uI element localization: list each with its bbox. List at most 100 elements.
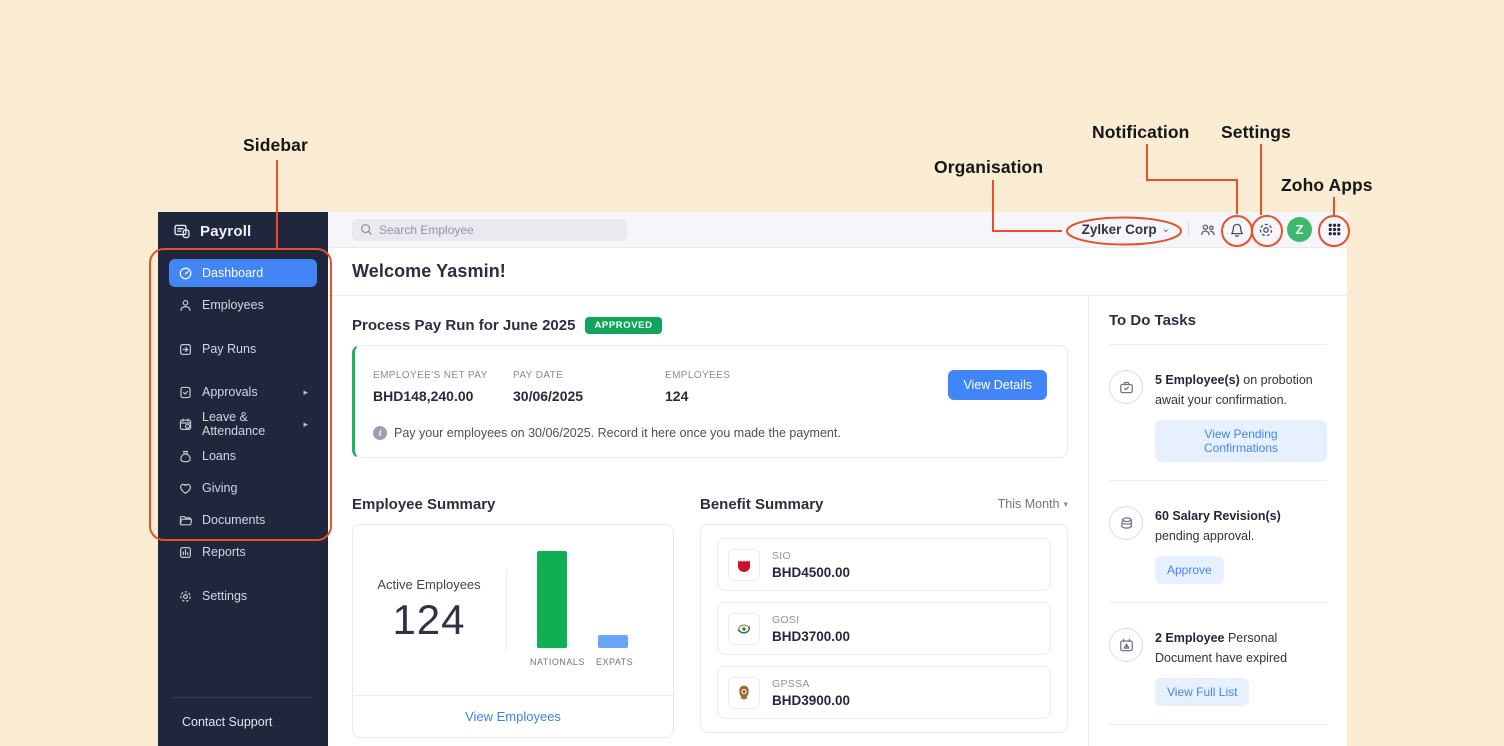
sidebar-item-reports[interactable]: Reports — [169, 538, 317, 566]
employee-summary-section: Employee Summary Active Employees 124 — [352, 494, 674, 738]
bahrain-emblem-icon — [728, 549, 760, 581]
view-employees-link[interactable]: View Employees — [465, 709, 561, 724]
welcome-row: Welcome Yasmin! — [328, 248, 1347, 296]
documents-icon — [178, 513, 193, 528]
sidebar: Payroll Dashboard Employees Pay Runs Ap — [158, 212, 328, 746]
sidebar-item-label: Settings — [202, 589, 247, 603]
annotation-zoho-apps-label: Zoho Apps — [1281, 175, 1373, 196]
uae-emblem-icon — [728, 677, 760, 709]
giving-icon — [178, 481, 193, 496]
brand: Payroll — [158, 212, 328, 250]
employees-icon — [178, 298, 193, 313]
todo-divider — [1109, 602, 1327, 603]
calendar-alert-icon — [1109, 628, 1143, 662]
todo-task-salary-revision: 60 Salary Revision(s) pending approval. … — [1109, 506, 1327, 584]
main-content: Process Pay Run for June 2025 APPROVED E… — [328, 296, 1088, 746]
benefit-label: GOSI — [772, 614, 850, 626]
benefit-value: BHD4500.00 — [772, 565, 850, 580]
leave-attendance-icon — [178, 417, 193, 432]
sidebar-item-label: Pay Runs — [202, 342, 256, 356]
task-rest: pending approval. — [1155, 529, 1254, 543]
payrun-card: EMPLOYEE'S NET PAY BHD148,240.00 PAY DAT… — [352, 345, 1068, 458]
annotation-sidebar-label: Sidebar — [243, 135, 308, 156]
benefit-summary-title: Benefit Summary — [700, 496, 823, 513]
payrun-note-text: Pay your employees on 30/06/2025. Record… — [394, 426, 841, 440]
todo-task-probation: 5 Employee(s) on probotion await your co… — [1109, 370, 1327, 462]
payrun-header: Process Pay Run for June 2025 APPROVED — [352, 317, 1068, 334]
benefit-filter-dropdown[interactable]: This Month ▾ — [998, 497, 1068, 511]
payrun-title: Process Pay Run for June 2025 — [352, 317, 575, 334]
benefit-value: BHD3700.00 — [772, 629, 850, 644]
sidebar-item-label: Reports — [202, 545, 246, 559]
task-bold: 2 Employee — [1155, 631, 1224, 645]
sidebar-item-label: Leave & Attendance — [202, 410, 294, 438]
benefit-filter-value: This Month — [998, 497, 1060, 511]
sidebar-item-settings[interactable]: Settings — [169, 582, 317, 610]
employees-count-field: EMPLOYEES 124 — [665, 370, 730, 404]
field-label: PAY DATE — [513, 370, 665, 381]
annotation-organisation-label: Organisation — [934, 157, 1043, 178]
todo-panel: To Do Tasks 5 Employee(s) on probotion a… — [1088, 296, 1347, 746]
active-employees-label: Active Employees — [377, 577, 480, 592]
task-bold: 60 Salary Revision(s) — [1155, 509, 1281, 523]
nationals-axis-label: NATIONALS — [530, 657, 585, 667]
gosi-logo-icon — [728, 613, 760, 645]
payrun-note: i Pay your employees on 30/06/2025. Reco… — [373, 426, 841, 440]
dashboard-icon — [178, 266, 193, 281]
benefit-value: BHD3900.00 — [772, 693, 850, 708]
field-value: 124 — [665, 388, 730, 404]
pay-date-field: PAY DATE 30/06/2025 — [513, 370, 665, 404]
organisation-dropdown[interactable]: Zylker Corp ⌄ — [1082, 222, 1170, 237]
payrun-fields: EMPLOYEE'S NET PAY BHD148,240.00 PAY DAT… — [373, 370, 1047, 404]
briefcase-check-icon — [1109, 370, 1143, 404]
search-input[interactable] — [379, 223, 619, 237]
benefit-label: SIO — [772, 550, 850, 562]
sidebar-item-employees[interactable]: Employees — [169, 291, 317, 319]
sidebar-item-pay-runs[interactable]: Pay Runs — [169, 335, 317, 363]
benefit-row-gpssa: GPSSA BHD3900.00 — [717, 666, 1051, 719]
view-pending-confirmations-button[interactable]: View Pending Confirmations — [1155, 420, 1327, 462]
view-full-list-button[interactable]: View Full List — [1155, 678, 1249, 706]
benefit-label: GPSSA — [772, 678, 850, 690]
screenshot-stage: Sidebar Organisation Notification Settin… — [0, 0, 1504, 746]
benefit-row-gosi: GOSI BHD3700.00 — [717, 602, 1051, 655]
contact-support-link[interactable]: Contact Support — [158, 698, 328, 746]
salary-coins-icon — [1109, 506, 1143, 540]
expats-axis-label: EXPATS — [596, 657, 633, 667]
sidebar-item-dashboard[interactable]: Dashboard — [169, 259, 317, 287]
task-text: 2 Employee Personal Document have expire… — [1155, 628, 1327, 668]
todo-divider — [1109, 480, 1327, 481]
task-text: 5 Employee(s) on probotion await your co… — [1155, 370, 1327, 410]
approve-button[interactable]: Approve — [1155, 556, 1224, 584]
info-icon: i — [373, 426, 387, 440]
sidebar-item-giving[interactable]: Giving — [169, 474, 317, 502]
notification-bell-icon[interactable] — [1228, 221, 1246, 239]
sidebar-item-leave-attendance[interactable]: Leave & Attendance ▸ — [169, 410, 317, 438]
app-body: Zylker Corp ⌄ Z — [328, 212, 1347, 746]
search-icon — [360, 223, 373, 236]
referral-users-icon[interactable] — [1199, 221, 1217, 239]
task-text: 60 Salary Revision(s) pending approval. — [1155, 506, 1327, 546]
reports-icon — [178, 545, 193, 560]
zoho-apps-grid-icon[interactable] — [1325, 221, 1343, 239]
sidebar-item-approvals[interactable]: Approvals ▸ — [169, 378, 317, 406]
field-label: EMPLOYEES — [665, 370, 730, 381]
settings-gear-icon[interactable] — [1257, 221, 1275, 239]
todo-title: To Do Tasks — [1109, 312, 1196, 329]
view-details-button[interactable]: View Details — [948, 370, 1047, 400]
employee-bar-chart: NATIONALS EXPATS — [523, 525, 673, 695]
topbar-divider — [1188, 222, 1189, 237]
loans-icon — [178, 449, 193, 464]
sidebar-item-loans[interactable]: Loans — [169, 442, 317, 470]
user-avatar[interactable]: Z — [1287, 217, 1312, 242]
sidebar-item-label: Giving — [202, 481, 237, 495]
sidebar-item-label: Employees — [202, 298, 264, 312]
sidebar-item-label: Approvals — [202, 385, 258, 399]
sidebar-item-documents[interactable]: Documents — [169, 506, 317, 534]
search-box[interactable] — [352, 219, 627, 241]
sidebar-item-label: Documents — [202, 513, 265, 527]
status-badge: APPROVED — [585, 317, 661, 334]
app-window: Payroll Dashboard Employees Pay Runs Ap — [158, 212, 1347, 746]
benefit-row-sio: SIO BHD4500.00 — [717, 538, 1051, 591]
annotation-notification-label: Notification — [1092, 122, 1189, 143]
